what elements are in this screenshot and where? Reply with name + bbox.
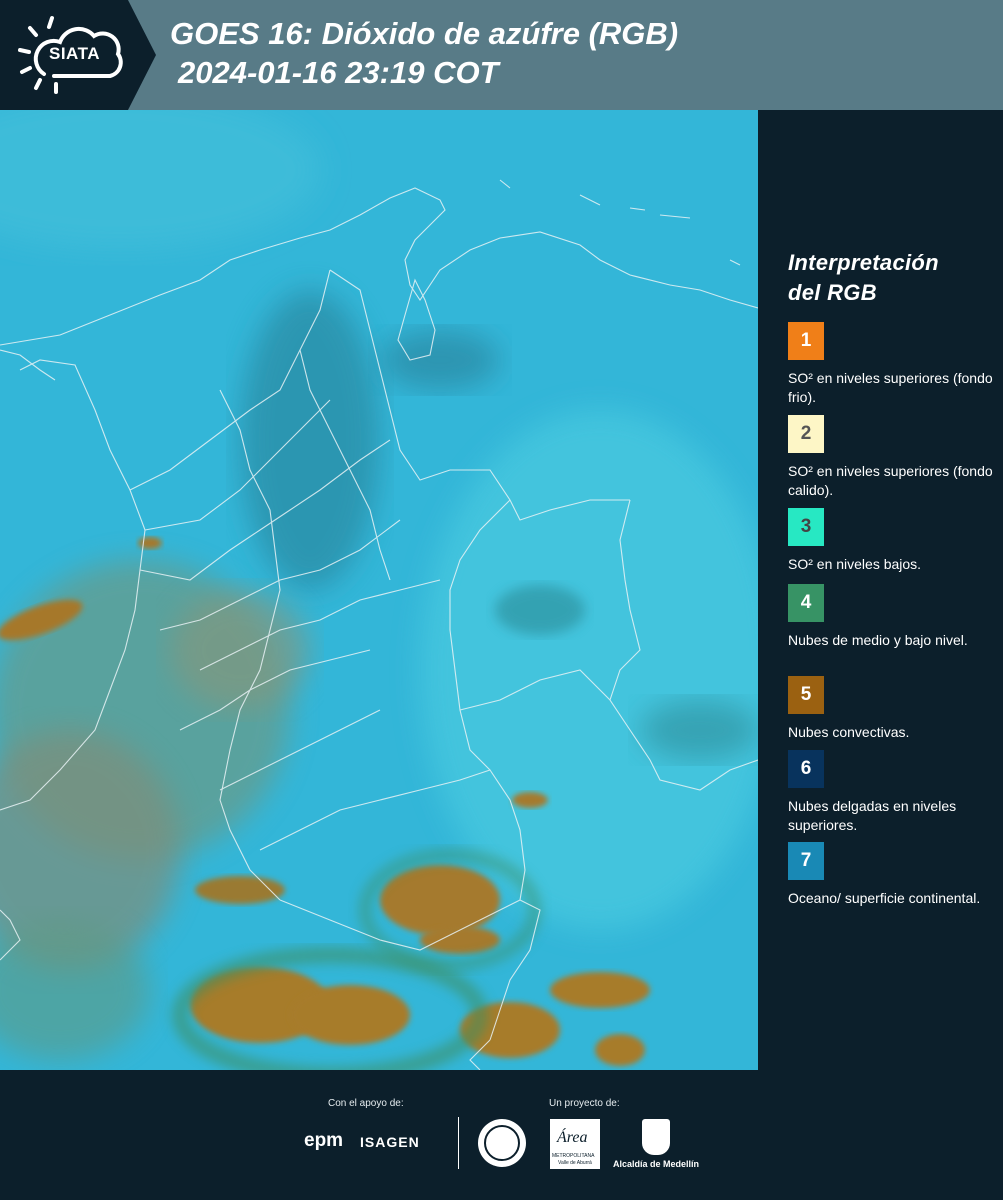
legend-item-5: 5 Nubes convectivas.	[788, 676, 993, 742]
legend-swatch: 5	[788, 676, 824, 714]
legend-label: Oceano/ superficie continental.	[788, 890, 981, 906]
legend-item-1: 1 SO² en niveles superiores (fondo frio)…	[788, 322, 993, 407]
area-logo-sub2: Valle de Aburrá	[558, 1160, 592, 1166]
legend-swatch: 1	[788, 322, 824, 360]
legend-label: Nubes delgadas en niveles superiores.	[788, 798, 957, 833]
legend-label: Nubes de medio y bajo nivel.	[788, 632, 968, 648]
area-metropolitana-logo[interactable]: Área METROPOLITANA Valle de Aburrá	[550, 1119, 600, 1169]
footer-divider	[458, 1117, 459, 1169]
support-label: Con el apoyo de:	[328, 1098, 404, 1109]
satellite-image	[0, 110, 758, 1070]
header: SIATA GOES 16: Dióxido de azúfre (RGB) 2…	[0, 0, 1003, 110]
logo-chevron	[128, 0, 156, 110]
area-logo-word: Área	[557, 1129, 588, 1146]
footer: Con el apoyo de: Un proyecto de: epm ISA…	[0, 1070, 1003, 1200]
epm-logo[interactable]: epm	[304, 1130, 343, 1152]
legend-label: SO² en niveles bajos.	[788, 556, 922, 572]
legend-swatch: 4	[788, 584, 824, 622]
legend-title-line1: Interpretación	[788, 250, 939, 275]
alcaldia-label: Alcaldía de Medellín	[613, 1159, 700, 1169]
legend-item-4: 4 Nubes de medio y bajo nivel.	[788, 584, 993, 650]
legend-swatch: 3	[788, 508, 824, 546]
medellin-seal-logo[interactable]	[478, 1119, 526, 1167]
legend-swatch: 7	[788, 842, 824, 880]
legend-item-7: 7 Oceano/ superficie continental.	[788, 842, 993, 908]
legend-panel: Interpretación del RGB 1 SO² en niveles …	[760, 110, 1003, 1070]
legend-item-3: 3 SO² en niveles bajos.	[788, 508, 993, 574]
isagen-logo[interactable]: ISAGEN	[360, 1134, 420, 1150]
legend-item-6: 6 Nubes delgadas en niveles superiores.	[788, 750, 993, 835]
seal-ring	[484, 1125, 520, 1161]
logo-text: SIATA	[49, 44, 100, 63]
satellite-map-svg	[0, 110, 758, 1070]
page-timestamp: 2024-01-16 23:19 COT	[178, 55, 499, 90]
legend-swatch: 6	[788, 750, 824, 788]
project-label: Un proyecto de:	[549, 1098, 620, 1109]
alcaldia-shield-logo[interactable]	[642, 1119, 670, 1155]
legend-swatch: 2	[788, 415, 824, 453]
legend-title: Interpretación del RGB	[788, 248, 988, 308]
page-title: GOES 16: Dióxido de azúfre (RGB)	[170, 16, 679, 51]
siata-logo[interactable]: SIATA	[0, 0, 128, 110]
legend-label: SO² en niveles superiores (fondo frio).	[788, 370, 993, 405]
legend-item-2: 2 SO² en niveles superiores (fondo calid…	[788, 415, 993, 500]
legend-title-line2: del RGB	[788, 280, 877, 305]
area-logo-sub: METROPOLITANA	[552, 1153, 595, 1159]
legend-label: SO² en niveles superiores (fondo calido)…	[788, 463, 993, 498]
legend-label: Nubes convectivas.	[788, 724, 910, 740]
